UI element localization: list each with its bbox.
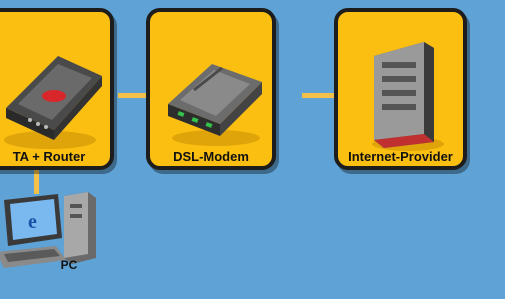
node-dsl-modem: DSL-Modem [146, 8, 276, 170]
connector-router-modem [118, 93, 148, 98]
svg-text:e: e [28, 211, 37, 233]
modem-icon [168, 64, 262, 146]
node-internet-provider: Internet-Provider [334, 8, 467, 170]
router-icon [4, 56, 102, 149]
server-tower-icon [372, 42, 444, 151]
network-diagram: TA + Router DSL-Modem Internet-Provider … [0, 0, 505, 299]
node-ata-router: TA + Router [0, 8, 114, 170]
node-label-internet-provider: Internet-Provider [348, 149, 453, 164]
connector-modem-provider [302, 93, 336, 98]
node-label-pc: PC [60, 258, 78, 272]
node-label-dsl-modem: DSL-Modem [173, 149, 249, 164]
node-label-ata-router: TA + Router [12, 149, 86, 164]
